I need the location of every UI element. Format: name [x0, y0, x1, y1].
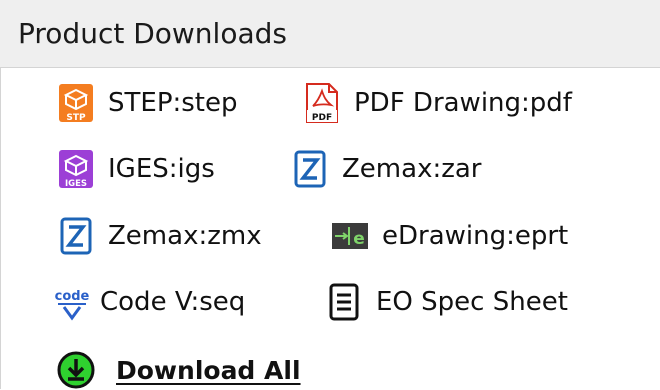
download-zemax-zmx-label: Zemax:zmx: [108, 221, 262, 251]
panel-header: Product Downloads: [0, 0, 660, 68]
product-downloads-panel: Product Downloads STP STEP:step PDF PDF …: [0, 0, 660, 389]
svg-text:e: e: [353, 229, 365, 249]
download-zemax-zar-link[interactable]: Zemax:zar: [290, 149, 481, 189]
download-edrawing-label: eDrawing:eprt: [382, 221, 569, 251]
download-iges-link[interactable]: IGES IGES:igs: [56, 149, 215, 189]
download-all-label: Download All: [116, 355, 301, 385]
download-pdf-link[interactable]: PDF PDF Drawing:pdf: [302, 83, 572, 123]
zemax-icon: [56, 216, 96, 256]
download-spec-sheet-label: EO Spec Sheet: [376, 287, 568, 317]
download-codev-label: Code V:seq: [100, 287, 246, 317]
download-zemax-zmx-link[interactable]: Zemax:zmx: [56, 216, 262, 256]
pdf-file-icon: PDF: [302, 83, 342, 123]
download-all-link[interactable]: Download All: [56, 350, 301, 390]
svg-text:IGES: IGES: [65, 179, 87, 189]
iges-file-icon: IGES: [56, 149, 96, 189]
download-iges-label: IGES:igs: [108, 154, 215, 184]
download-codev-link[interactable]: code Code V:seq: [52, 282, 245, 322]
download-edrawing-link[interactable]: e eDrawing:eprt: [330, 216, 568, 256]
panel-title: Product Downloads: [18, 17, 287, 50]
svg-text:PDF: PDF: [312, 113, 332, 123]
step-file-icon: STP: [56, 83, 96, 123]
download-step-label: STEP:step: [108, 88, 238, 118]
svg-text:STP: STP: [66, 113, 86, 123]
codev-icon: code: [52, 282, 92, 322]
spec-sheet-icon: [324, 282, 364, 322]
panel-border: [0, 68, 1, 389]
download-pdf-label: PDF Drawing:pdf: [354, 88, 572, 118]
download-spec-sheet-link[interactable]: EO Spec Sheet: [324, 282, 568, 322]
edrawing-icon: e: [330, 216, 370, 256]
svg-text:code: code: [55, 289, 90, 304]
download-zemax-zar-label: Zemax:zar: [342, 154, 482, 184]
download-icon: [56, 350, 96, 390]
zemax-icon: [290, 149, 330, 189]
download-step-link[interactable]: STP STEP:step: [56, 83, 238, 123]
